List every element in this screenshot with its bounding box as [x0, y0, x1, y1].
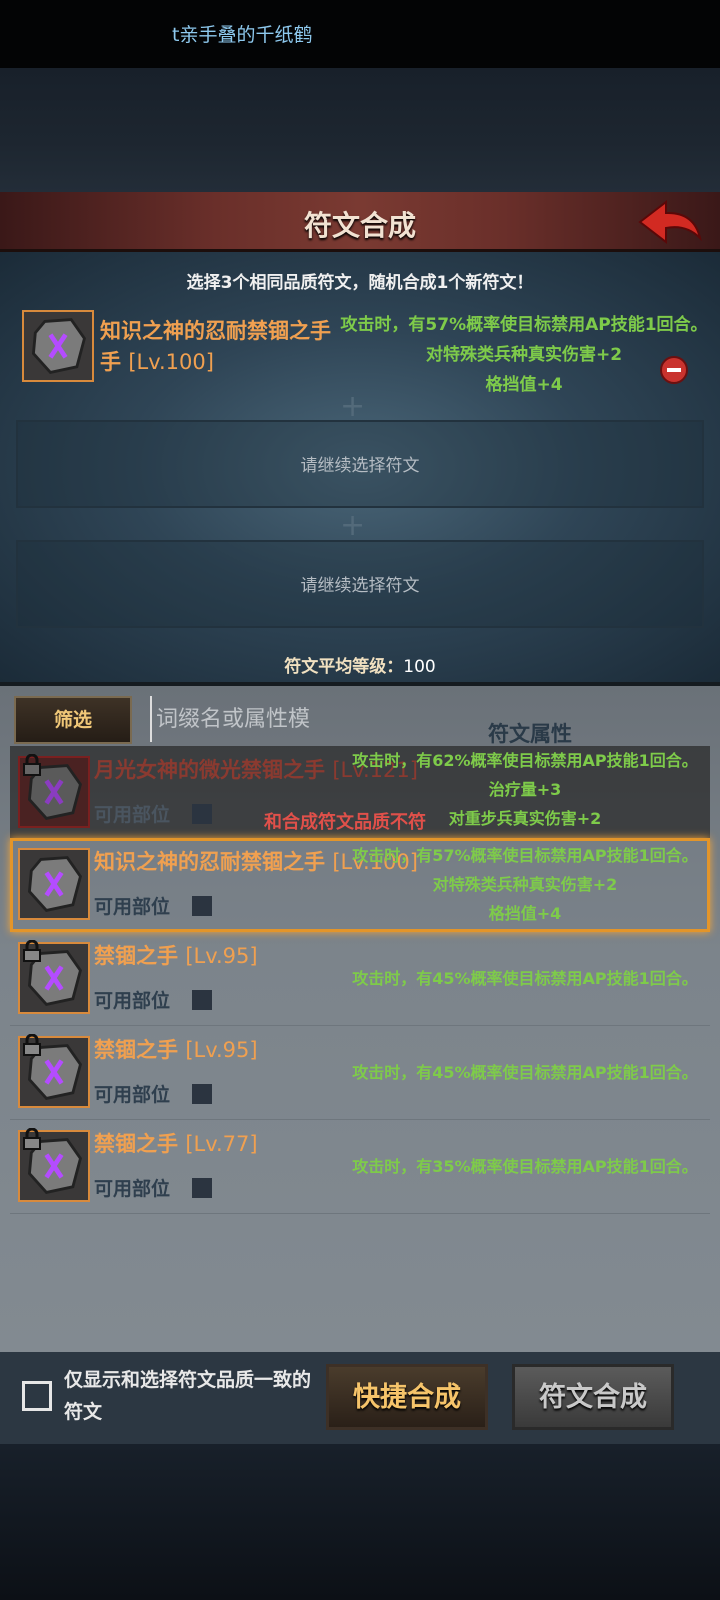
- selected-rune-attrs: 攻击时，有57%概率使目标禁用AP技能1回合。 对特殊类兵种真实伤害+2 格挡值…: [340, 315, 708, 395]
- lock-icon: [23, 1034, 41, 1056]
- slot-glyph-icon: [192, 804, 212, 824]
- lock-icon: [23, 754, 41, 776]
- slot-glyph-icon: [192, 1084, 212, 1104]
- page-title: 符文合成: [303, 209, 416, 242]
- selected-slot-1[interactable]: 知识之神的忍耐禁锢之手 手 [Lv.100] 攻击时，有57%概率使目标禁用AP…: [22, 310, 708, 395]
- lock-icon: [23, 1128, 41, 1150]
- rune-attrs: 攻击时，有45%概率使目标禁用AP技能1回合。: [352, 1063, 698, 1082]
- slot-glyph-icon: [192, 990, 212, 1010]
- rune-attrs: 攻击时，有35%概率使目标禁用AP技能1回合。: [352, 1157, 698, 1176]
- plus-icon: +: [340, 508, 366, 543]
- rune-synthesis-button[interactable]: 符文合成: [512, 1364, 674, 1430]
- instruction-text: 选择3个相同品质符文，随机合成1个新符文！: [186, 273, 534, 293]
- empty-slot-3[interactable]: 请继续选择符文: [16, 540, 704, 628]
- checkbox-label: 仅显示和选择符文品质一致的符文: [64, 1369, 312, 1423]
- attr-column-header: 符文属性: [488, 722, 572, 746]
- usable-slot-label: 可用部位: [94, 804, 171, 826]
- rune-name: 禁锢之手 [Lv.77]: [94, 1132, 258, 1156]
- search-input[interactable]: [150, 696, 450, 742]
- title-bar: 符文合成: [0, 192, 720, 252]
- rune-name: 禁锢之手 [Lv.95]: [94, 1038, 258, 1062]
- rune-name: 禁锢之手 [Lv.95]: [94, 944, 258, 968]
- rune-list-item[interactable]: 禁锢之手 [Lv.77] 可用部位 攻击时，有35%概率使目标禁用AP技能1回合…: [10, 1120, 710, 1214]
- footer-background: [0, 1444, 720, 1600]
- slot-glyph-icon: [192, 1178, 212, 1198]
- lock-icon: [23, 940, 41, 962]
- rune-stone-icon: [18, 848, 90, 920]
- plus-icon: +: [340, 389, 366, 424]
- rune-stone-icon: [22, 310, 94, 382]
- remove-minus-icon[interactable]: [660, 356, 688, 384]
- back-arrow-icon[interactable]: [636, 198, 704, 246]
- usable-slot-label: 可用部位: [94, 990, 171, 1012]
- rune-list-item-selected[interactable]: 知识之神的忍耐禁锢之手 [Lv.100] 可用部位 攻击时，有57%概率使目标禁…: [10, 838, 710, 932]
- quality-filter-checkbox[interactable]: [22, 1381, 52, 1411]
- rune-attrs: 攻击时，有57%概率使目标禁用AP技能1回合。 对特殊类兵种真实伤害+2 格挡值…: [352, 846, 698, 923]
- background-band: [0, 68, 720, 192]
- quick-synthesis-button[interactable]: 快捷合成: [326, 1364, 488, 1430]
- rune-list-item[interactable]: 禁锢之手 [Lv.95] 可用部位 攻击时，有45%概率使目标禁用AP技能1回合…: [10, 1026, 710, 1120]
- rune-list-item[interactable]: 禁锢之手 [Lv.95] 可用部位 攻击时，有45%概率使目标禁用AP技能1回合…: [10, 932, 710, 1026]
- quality-mismatch-warning: 和合成符文品质不符: [264, 812, 426, 833]
- filter-button[interactable]: 筛选: [14, 696, 132, 744]
- marquee-text: t亲手叠的千纸鹤: [172, 24, 313, 46]
- rune-attrs: 攻击时，有45%概率使目标禁用AP技能1回合。: [352, 969, 698, 988]
- average-level: 符文平均等级：100: [284, 657, 436, 677]
- usable-slot-label: 可用部位: [94, 1084, 171, 1106]
- usable-slot-label: 可用部位: [94, 896, 171, 918]
- slot-glyph-icon: [192, 896, 212, 916]
- usable-slot-label: 可用部位: [94, 1178, 171, 1200]
- empty-slot-2[interactable]: 请继续选择符文: [16, 420, 704, 508]
- status-bar: t亲手叠的千纸鹤: [0, 0, 720, 68]
